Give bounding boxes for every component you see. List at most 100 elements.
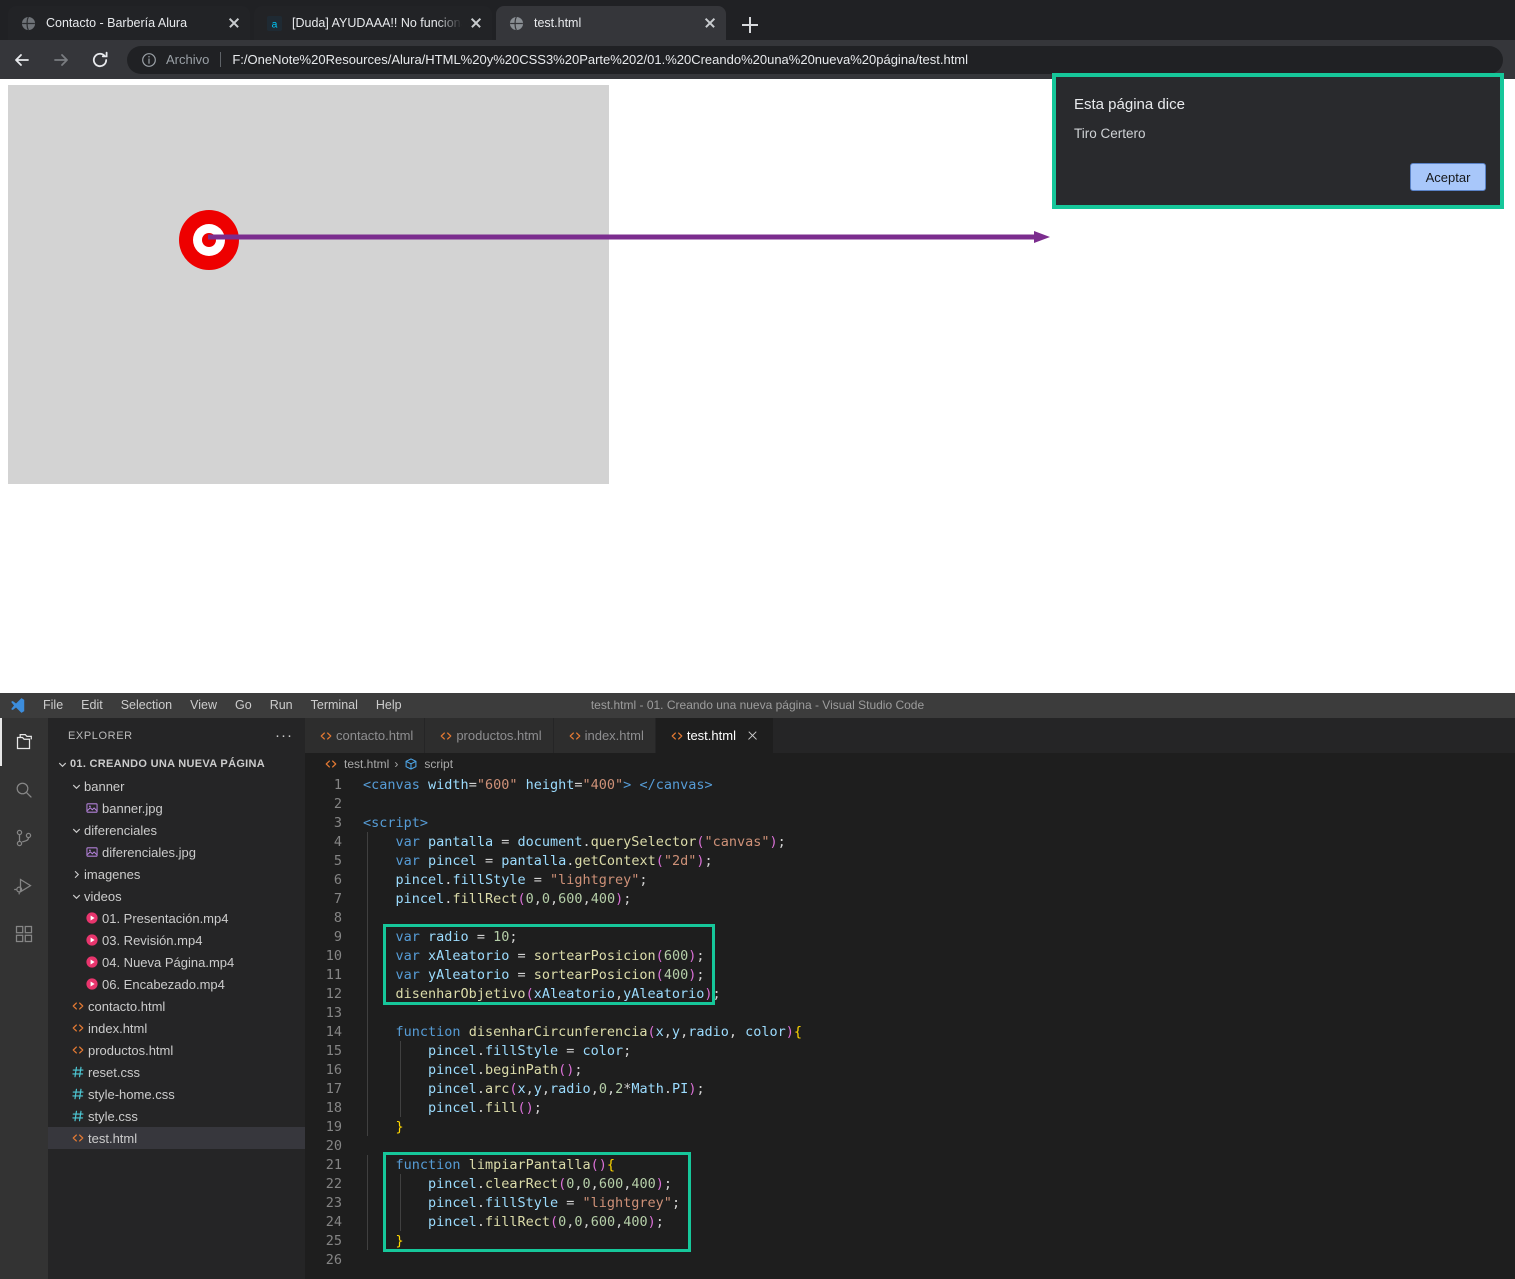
menu-view[interactable]: View	[181, 693, 226, 718]
new-tab-button[interactable]	[736, 11, 764, 39]
breadcrumb-file[interactable]: test.html	[344, 757, 389, 771]
forward-arrow-icon[interactable]	[44, 43, 78, 77]
close-icon[interactable]	[224, 13, 244, 33]
editor-tab-test-html[interactable]: test.html	[655, 718, 774, 753]
javascript-alert-dialog: Esta página dice Tiro Certero Aceptar	[1052, 73, 1504, 209]
menu-selection[interactable]: Selection	[112, 693, 181, 718]
browser-tab-1[interactable]: a [Duda] AYUDAAA!! No funciona n	[254, 6, 492, 40]
activity-run-debug[interactable]	[0, 862, 48, 910]
explorer-item-04-nueva-p-gina-mp4[interactable]: 04. Nueva Página.mp4	[48, 951, 305, 973]
explorer-item-diferenciales[interactable]: diferenciales	[48, 819, 305, 841]
editor-tab-productos-html[interactable]: productos.html	[425, 718, 554, 753]
explorer-item-imagenes[interactable]: imagenes	[48, 863, 305, 885]
activity-explorer[interactable]	[0, 718, 48, 766]
code-line[interactable]: 24 pincel.fillRect(0,0,600,400);	[305, 1212, 1515, 1231]
editor-tab-index-html[interactable]: index.html	[553, 718, 656, 753]
code-line[interactable]: 8	[305, 908, 1515, 927]
code-line[interactable]: 7 pincel.fillRect(0,0,600,400);	[305, 889, 1515, 908]
code-line[interactable]: 5 var pincel = pantalla.getContext("2d")…	[305, 851, 1515, 870]
code-line[interactable]: 1 <canvas width="600" height="400"> </can…	[305, 775, 1515, 794]
explorer-item-banner-jpg[interactable]: banner.jpg	[48, 797, 305, 819]
code-line[interactable]: 14 function disenharCircunferencia(x,y,r…	[305, 1022, 1515, 1041]
line-number: 25	[325, 1232, 342, 1249]
menu-file[interactable]: File	[34, 693, 72, 718]
menu-help[interactable]: Help	[367, 693, 411, 718]
explorer-item-06-encabezado-mp4[interactable]: 06. Encabezado.mp4	[48, 973, 305, 995]
menu-edit[interactable]: Edit	[72, 693, 112, 718]
explorer-item-test-html[interactable]: test.html	[48, 1127, 305, 1149]
menu-go[interactable]: Go	[226, 693, 261, 718]
code-line[interactable]: 6 pincel.fillStyle = "lightgrey";	[305, 870, 1515, 889]
code-line[interactable]: 10 var xAleatorio = sortearPosicion(600)…	[305, 946, 1515, 965]
vscode-window: File Edit Selection View Go Run Terminal…	[0, 693, 1515, 1279]
menu-run[interactable]: Run	[261, 693, 302, 718]
close-icon[interactable]	[744, 727, 762, 745]
code-line[interactable]: 19 }	[305, 1117, 1515, 1136]
vscode-titlebar: File Edit Selection View Go Run Terminal…	[0, 693, 1515, 718]
editor-tab-label: productos.html	[456, 728, 542, 743]
line-number: 17	[325, 1080, 342, 1097]
explorer-item-label: diferenciales	[84, 822, 157, 838]
editor-tab-label: contacto.html	[336, 728, 414, 743]
browser-tab-0[interactable]: Contacto - Barbería Alura	[8, 6, 250, 40]
code-line[interactable]: 21 function limpiarPantalla(){	[305, 1155, 1515, 1174]
code-line[interactable]: 2	[305, 794, 1515, 813]
line-content: pincel.clearRect(0,0,600,400);	[428, 1175, 673, 1192]
info-circle-icon[interactable]	[141, 52, 157, 68]
reload-icon[interactable]	[83, 43, 117, 77]
explorer-item-label: imagenes	[84, 866, 141, 882]
editor-tab-label: index.html	[584, 728, 644, 743]
address-bar[interactable]: Archivo F:/OneNote%20Resources/Alura/HTM…	[127, 45, 1503, 74]
code-line[interactable]: 11 var yAleatorio = sortearPosicion(400)…	[305, 965, 1515, 984]
explorer-item-03-revisi-n-mp4[interactable]: 03. Revisión.mp4	[48, 929, 305, 951]
explorer-item-videos[interactable]: videos	[48, 885, 305, 907]
explorer-item-productos-html[interactable]: productos.html	[48, 1039, 305, 1061]
code-line[interactable]: 4 var pantalla = document.querySelector(…	[305, 832, 1515, 851]
code-line[interactable]: 22 pincel.clearRect(0,0,600,400);	[305, 1174, 1515, 1193]
explorer-item-diferenciales-jpg[interactable]: diferenciales.jpg	[48, 841, 305, 863]
code-line[interactable]: 25 }	[305, 1231, 1515, 1250]
breadcrumb-symbol[interactable]: script	[424, 757, 453, 771]
activity-search[interactable]	[0, 766, 48, 814]
html-canvas[interactable]	[8, 85, 609, 484]
explorer-item-reset-css[interactable]: reset.css	[48, 1061, 305, 1083]
explorer-item-contacto-html[interactable]: contacto.html	[48, 995, 305, 1017]
code-line[interactable]: 26	[305, 1250, 1515, 1269]
activity-extensions[interactable]	[0, 910, 48, 958]
explorer-item-style-css[interactable]: style.css	[48, 1105, 305, 1127]
html-icon	[667, 729, 687, 743]
code-line[interactable]: 20	[305, 1136, 1515, 1155]
line-number: 8	[333, 909, 342, 926]
code-editor-content[interactable]: 1 <canvas width="600" height="400"> </can…	[305, 775, 1515, 1279]
breadcrumb: test.html › script	[305, 753, 1515, 775]
close-icon[interactable]	[466, 13, 486, 33]
explorer-item-style-home-css[interactable]: style-home.css	[48, 1083, 305, 1105]
editor-tab-contacto-html[interactable]: contacto.html	[305, 718, 426, 753]
code-line[interactable]: 18 pincel.fill();	[305, 1098, 1515, 1117]
code-line[interactable]: 12 disenharObjetivo(xAleatorio,yAleatori…	[305, 984, 1515, 1003]
explorer-item-label: banner	[84, 778, 125, 794]
indent-guide	[367, 1155, 368, 1250]
activity-source-control[interactable]	[0, 814, 48, 862]
html-icon	[316, 729, 336, 743]
symbol-module-icon	[403, 757, 419, 771]
close-icon[interactable]	[700, 13, 720, 33]
menu-terminal[interactable]: Terminal	[302, 693, 367, 718]
code-line[interactable]: 15 pincel.fillStyle = color;	[305, 1041, 1515, 1060]
browser-tab-2[interactable]: test.html	[496, 6, 726, 40]
back-arrow-icon[interactable]	[5, 43, 39, 77]
code-line[interactable]: 23 pincel.fillStyle = "lightgrey";	[305, 1193, 1515, 1212]
explorer-root-folder[interactable]: 01. CREANDO UNA NUEVA PÁGINA	[48, 753, 305, 775]
code-line[interactable]: 16 pincel.beginPath();	[305, 1060, 1515, 1079]
explorer-item-banner[interactable]: banner	[48, 775, 305, 797]
code-line[interactable]: 13	[305, 1003, 1515, 1022]
explorer-item-01-presentaci-n-mp4[interactable]: 01. Presentación.mp4	[48, 907, 305, 929]
accept-button[interactable]: Aceptar	[1410, 163, 1486, 191]
line-content: function disenharCircunferencia(x,y,radi…	[395, 1023, 803, 1040]
code-line[interactable]: 9 var radio = 10;	[305, 925, 1515, 946]
code-line[interactable]: 17 pincel.arc(x,y,radio,0,2*Math.PI);	[305, 1079, 1515, 1098]
explorer-item-index-html[interactable]: index.html	[48, 1017, 305, 1039]
code-line[interactable]: 3 <script>	[305, 813, 1515, 832]
more-actions-icon[interactable]: ···	[275, 728, 293, 743]
line-number: 3	[333, 814, 342, 831]
